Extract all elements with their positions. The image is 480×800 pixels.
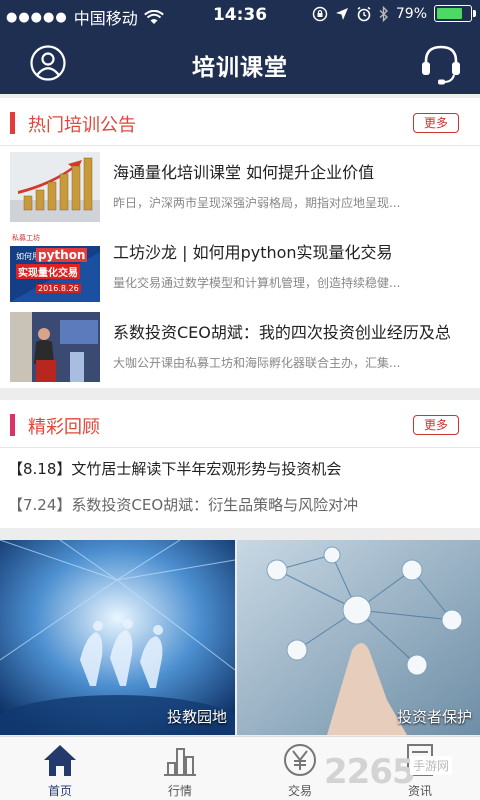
hot-training-section: 热门培训公告 更多 海通量化培训课堂 如何提升企业价值 昨日，沪深两市呈现深强沪… [0,98,480,388]
review-section-title: 精彩回顾 [28,417,100,438]
app-screen: ●●●●● 中国移动 14:36 79% 培训课堂 热门培训公告 更多 海通量化… [0,0,480,800]
hot-more-button[interactable]: 更多 [413,113,459,133]
watermark-number: 2265 [324,752,416,792]
review-section-header: 精彩回顾 更多 [0,400,480,448]
news-item[interactable]: 私募工坊 如何用 python 实现量化交易 2016.8.26 工坊沙龙 | … [0,228,480,306]
tab-market[interactable]: 行情 [120,737,240,800]
news-item[interactable]: 系数投资CEO胡斌：我的四次投资创业经历及总 大咖公开课由私募工坊和海际孵化器联… [0,308,480,386]
tab-home[interactable]: 首页 [0,737,120,800]
alarm-icon [357,6,371,21]
chart-icon [164,748,196,776]
thumb-corner-text: 私募工坊 [12,234,40,242]
news-item[interactable]: 海通量化培训课堂 如何提升企业价值 昨日，沪深两市呈现深强沪弱格局，期指对应地呈… [0,148,480,226]
investor-education-banner[interactable]: 投教园地 [0,540,235,735]
review-item[interactable]: 【8.18】文竹居士解读下半年宏观形势与投资机会 [8,458,341,479]
tab-label: 行情 [167,784,192,798]
location-icon [335,7,348,20]
home-icon [44,745,76,776]
bluetooth-icon [379,5,388,22]
tab-label: 首页 [47,784,72,798]
section-accent-bar [10,112,15,134]
thumb-date: 2016.8.26 [36,284,81,293]
coins-thumbnail [10,152,100,222]
news-desc: 大咖公开课由私募工坊和海际孵化器联合主办，汇集... [113,356,401,370]
watermark-text: 手游网 [410,756,453,775]
battery-percent: 79% [395,5,427,22]
page-title: 培训课堂 [192,55,288,81]
status-bar: ●●●●● 中国移动 14:36 79% [0,0,480,32]
battery-icon [434,5,476,22]
hot-section-header: 热门培训公告 更多 [0,98,480,146]
review-item[interactable]: 【7.24】系数投资CEO胡斌：衍生品策略与风险对冲 [8,494,358,515]
site-watermark: 2265 手游网 [324,752,474,796]
thumb-line2: 实现量化交易 [16,264,80,279]
news-desc: 量化交易通过数学模型和计算机管理，创造持续稳健... [113,276,401,290]
yen-icon [284,744,316,776]
python-thumbnail: 私募工坊 如何用 python 实现量化交易 2016.8.26 [10,232,100,302]
status-right: 79% [312,5,476,22]
hot-section-title: 热门培训公告 [28,115,136,136]
customer-service-button[interactable] [418,42,464,85]
speaker-thumbnail [10,312,100,382]
news-title: 系数投资CEO胡斌：我的四次投资创业经历及总 [113,323,451,342]
nav-header: 培训课堂 [0,32,480,94]
news-title: 海通量化培训课堂 如何提升企业价值 [113,163,375,182]
banner-label: 投资者保护 [396,708,472,726]
banner-label: 投教园地 [166,708,227,726]
thumb-brand: python [36,248,88,262]
headset-icon [422,45,460,85]
section-accent-bar [10,414,15,436]
news-desc: 昨日，沪深两市呈现深强沪弱格局，期指对应地呈现... [113,196,401,210]
news-title: 工坊沙龙 | 如何用python实现量化交易 [113,243,393,262]
review-section: 精彩回顾 更多 【8.18】文竹居士解读下半年宏观形势与投资机会 【7.24】系… [0,400,480,528]
rotation-lock-icon [312,6,328,21]
review-more-button[interactable]: 更多 [413,415,459,435]
investor-protection-banner[interactable]: 投资者保护 [237,540,480,735]
